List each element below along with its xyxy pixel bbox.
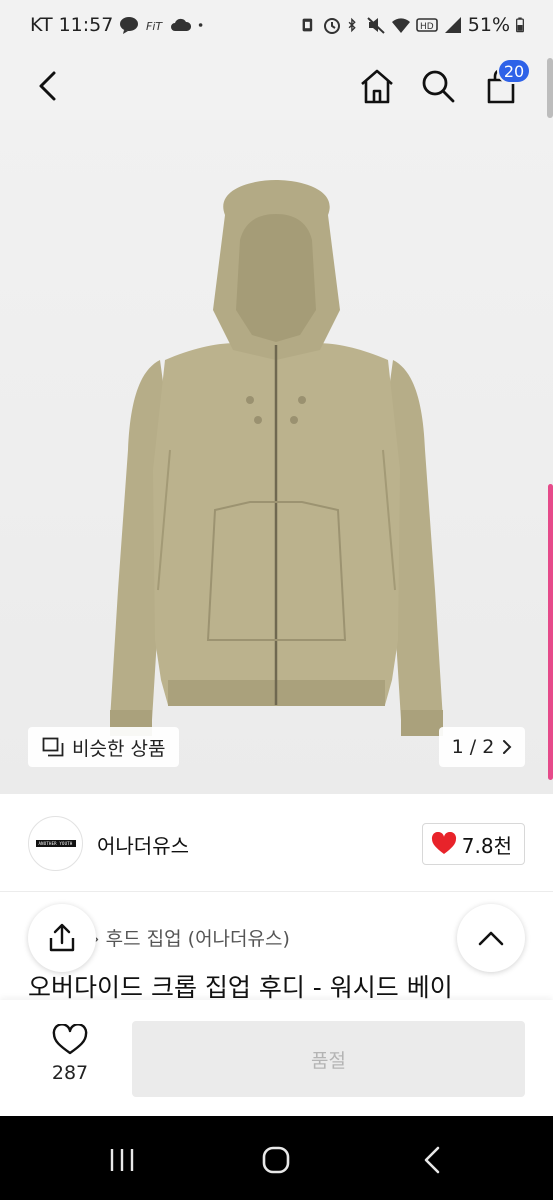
brand-name[interactable]: 어나더유스: [97, 830, 189, 859]
system-nav-bar: [0, 1116, 553, 1200]
search-button[interactable]: [414, 62, 462, 110]
chevron-up-icon: [478, 931, 504, 946]
share-button[interactable]: [28, 904, 96, 972]
cart-count-badge: 20: [497, 58, 531, 84]
brand-row[interactable]: ANOTHER YOUTH 어나더유스 7.8천: [0, 794, 553, 892]
brand-logo: ANOTHER YOUTH: [28, 816, 83, 871]
home-icon: [361, 69, 393, 104]
alarm-icon: [323, 18, 340, 34]
time-label: 11:57: [58, 14, 114, 36]
status-right: HD 51%: [301, 14, 525, 36]
similar-products-button[interactable]: 비슷한 상품: [28, 727, 180, 767]
product-image-gallery[interactable]: 비슷한 상품 1 / 2: [0, 120, 553, 794]
bluetooth-icon: [348, 17, 356, 33]
hoodie-image: [110, 180, 443, 736]
wishlist-count: 287: [51, 1062, 89, 1084]
wifi-icon: [391, 18, 410, 33]
home-nav-icon: [262, 1146, 290, 1174]
recent-apps-button[interactable]: [98, 1140, 146, 1180]
recent-apps-icon: [110, 1149, 134, 1171]
scroll-accent-bar: [548, 484, 553, 780]
back-button[interactable]: [24, 62, 72, 110]
back-nav-icon: [424, 1146, 440, 1174]
back-icon: [39, 71, 56, 101]
scrollbar-thumb[interactable]: [547, 58, 553, 118]
image-page-indicator[interactable]: 1 / 2: [439, 727, 525, 767]
signal-icon: [444, 17, 461, 33]
chevron-right-icon: [503, 740, 512, 754]
status-bar: KT 11:57 FiT HD 51%: [0, 0, 553, 54]
share-icon: [49, 923, 75, 952]
similar-products-icon: [42, 737, 64, 757]
brand-like-button[interactable]: 7.8천: [421, 823, 525, 865]
cloud-icon: [171, 18, 192, 31]
home-button[interactable]: [353, 62, 401, 110]
heart-filled-icon: [431, 832, 456, 854]
wishlist-button[interactable]: 287: [36, 1023, 104, 1084]
breadcrumb[interactable]: › 후드 집업 (어나더유스): [92, 924, 290, 951]
cart-button[interactable]: 20: [477, 58, 531, 110]
carrier-label: KT: [30, 14, 53, 36]
product-title: 오버다이드 크롭 집업 후디 - 워시드 베이: [28, 973, 453, 1002]
hd-icon: HD: [415, 18, 438, 32]
dot-icon: [199, 23, 203, 27]
breadcrumb-label: 후드 집업 (어나더유스): [105, 928, 290, 950]
svg-text:FiT: FiT: [146, 20, 163, 33]
fit-icon: FiT: [146, 20, 163, 33]
mute-icon: [367, 17, 385, 34]
heart-outline-icon: [52, 1023, 88, 1055]
battery-label: 51%: [467, 14, 510, 36]
back-nav-button[interactable]: [408, 1140, 456, 1180]
home-nav-button[interactable]: [252, 1140, 300, 1180]
brand-logo-text: ANOTHER YOUTH: [38, 841, 73, 846]
nfc-icon: [302, 18, 312, 32]
scroll-top-button[interactable]: [457, 904, 525, 972]
search-icon: [422, 70, 455, 103]
battery-icon: [516, 17, 524, 33]
similar-products-label: 비슷한 상품: [72, 737, 166, 760]
brand-like-count: 7.8천: [461, 833, 512, 858]
image-page-label: 1 / 2: [451, 736, 495, 758]
bottom-action-bar: 287 품절: [0, 1000, 553, 1116]
talk-icon: [120, 17, 139, 34]
sold-out-button[interactable]: 품절: [132, 1021, 525, 1097]
brand-logo-bar: ANOTHER YOUTH: [35, 840, 76, 847]
svg-text:HD: HD: [420, 22, 434, 32]
top-header: 20: [0, 54, 553, 120]
status-left: KT 11:57 FiT: [30, 14, 209, 36]
